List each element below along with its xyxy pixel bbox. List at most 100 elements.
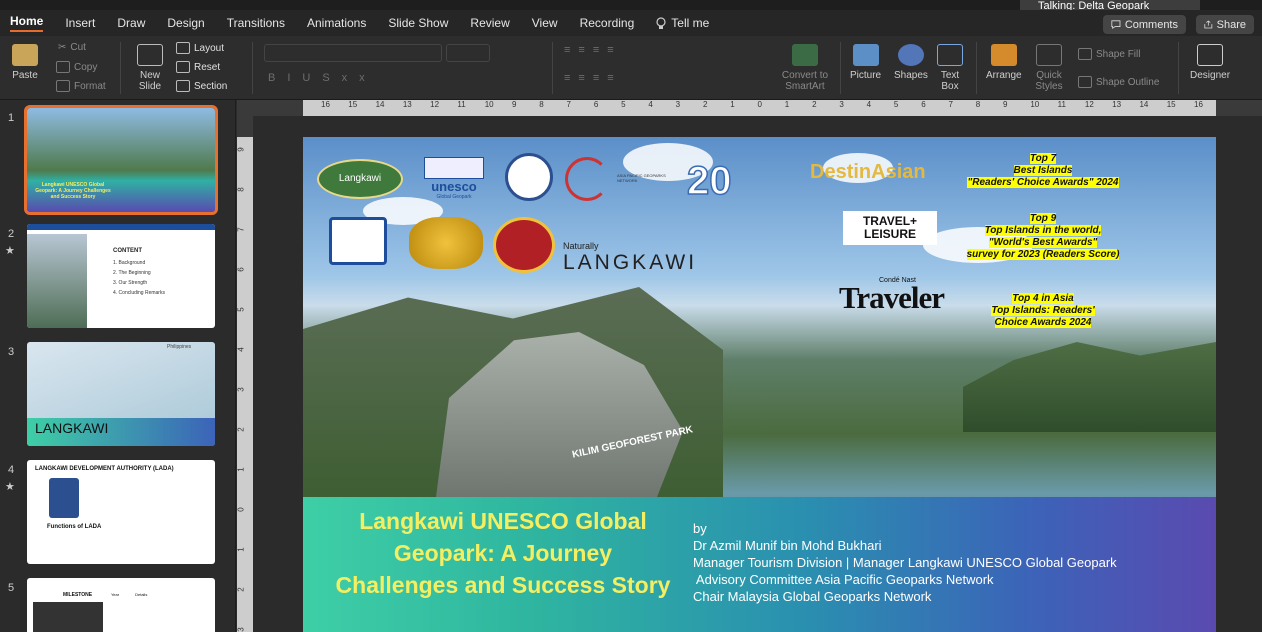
shapes-button[interactable]: Shapes	[894, 44, 928, 81]
vertical-ruler-tick: 6	[236, 267, 246, 272]
unesco-temple-icon	[424, 157, 484, 179]
slide-thumbnail-pane: 1 Langkawi UNESCO Global Geopark: A Jour…	[0, 100, 236, 632]
quick-styles-label: Quick Styles	[1035, 70, 1063, 92]
thumbnail-image: MILESTONE Year Details	[27, 578, 215, 632]
kedah-crest-icon	[493, 217, 555, 273]
vertical-ruler-tick: 3	[236, 387, 246, 392]
font-name-field[interactable]	[264, 44, 442, 62]
convert-smartart-button[interactable]: Convert to SmartArt	[780, 44, 830, 92]
thumbnail-brand: LANGKAWI	[171, 226, 203, 232]
slide-1-editor[interactable]: KILIM GEOFOREST PARK Langkawi unesco Glo…	[303, 137, 1216, 632]
thumbnail-sub: Philippines	[167, 344, 192, 350]
thumbnail-image: LANGKAWI DEVELOPMENT AUTHORITY (LADA) Fu…	[27, 460, 215, 564]
tab-animations[interactable]: Animations	[307, 16, 366, 30]
textbox-icon	[937, 44, 963, 66]
author-block[interactable]: by Dr Azmil Munif bin Mohd Bukhari Manag…	[693, 520, 1193, 605]
vertical-ruler-tick: 3	[236, 627, 246, 632]
ruler-tick: 10	[1030, 100, 1040, 109]
section-label: Section	[194, 80, 228, 92]
picture-button[interactable]: Picture	[850, 44, 881, 81]
shape-outline-button[interactable]: Shape Outline	[1078, 76, 1159, 88]
tell-me-label: Tell me	[671, 16, 710, 30]
ruler-strip: 16 15 14 13 12 11 10 9 8 7 6 5 4 3 2 1 0 1 2 3 4 5 6 7 8 9 10 11 12 1…	[303, 100, 1216, 116]
new-slide-label: New Slide	[138, 70, 162, 92]
tab-draw[interactable]: Draw	[117, 16, 145, 30]
ruler-tick: 2	[812, 100, 817, 109]
ruler-tick: 8	[539, 100, 544, 109]
vertical-ruler-tick: 2	[236, 427, 246, 432]
slide-title[interactable]: Langkawi UNESCO Global Geopark: A Journe…	[333, 505, 673, 601]
tab-review[interactable]: Review	[470, 16, 509, 30]
ruler-tick: 6	[593, 100, 599, 109]
ruler-tick: 4	[866, 100, 872, 109]
slide-number: 5	[8, 582, 15, 594]
vertical-ruler-tick: 1	[236, 467, 246, 472]
destinasian-logo: DestinAsian	[810, 161, 926, 183]
divider	[120, 42, 121, 94]
share-icon	[1204, 20, 1213, 29]
ruler-tick: 13	[1112, 100, 1122, 109]
slide-number: 4	[8, 464, 15, 476]
tab-design[interactable]: Design	[167, 16, 204, 30]
tab-view[interactable]: View	[532, 16, 558, 30]
reset-label: Reset	[194, 61, 221, 73]
font-size-field[interactable]	[446, 44, 490, 62]
vertical-ruler-tick: 0	[236, 507, 246, 512]
powerpoint-window: Talking: Delta Geopark Home Insert Draw …	[0, 0, 1262, 632]
ruler-tick: 11	[457, 100, 466, 109]
quick-styles-button[interactable]: Quick Styles	[1034, 44, 1064, 92]
slide-number: 1	[8, 112, 15, 124]
vertical-ruler-tick: 7	[236, 227, 246, 232]
picture-icon	[852, 44, 879, 66]
layout-button[interactable]: Layout	[176, 42, 224, 54]
apgn-logo: ASIA PACIFIC GEOPARKS NETWORK	[565, 157, 675, 203]
reset-icon	[176, 61, 190, 73]
share-button[interactable]: Share	[1196, 15, 1254, 34]
reset-button[interactable]: Reset	[176, 61, 220, 73]
ruler-tick: 3	[675, 100, 681, 109]
twenty-years-logo: 20	[686, 158, 732, 204]
tab-transitions[interactable]: Transitions	[227, 16, 285, 30]
shape-fill-button[interactable]: Shape Fill	[1078, 48, 1140, 60]
divider	[976, 42, 977, 94]
ruler-tick: 11	[1057, 100, 1066, 109]
divider	[1178, 42, 1179, 94]
tab-home[interactable]: Home	[10, 14, 44, 32]
designer-button[interactable]: Designer	[1190, 44, 1230, 81]
tell-me-search[interactable]: Tell me	[656, 16, 709, 30]
list-buttons[interactable]: ≡≡≡≡	[564, 44, 622, 56]
tab-recording[interactable]: Recording	[580, 16, 635, 30]
vertical-ruler-tick: 4	[236, 347, 246, 352]
ruler-tick: 1	[784, 100, 790, 109]
tab-insert[interactable]: Insert	[65, 16, 95, 30]
island	[963, 342, 1216, 432]
convert-label: Convert to SmartArt	[781, 70, 829, 92]
vertical-ruler-tick: 2	[236, 587, 246, 592]
tab-slide-show[interactable]: Slide Show	[388, 16, 448, 30]
paste-button[interactable]: Paste	[12, 44, 38, 81]
copy-icon	[56, 61, 70, 73]
comments-label: Comments	[1124, 18, 1178, 31]
text-box-button[interactable]: Text Box	[937, 44, 963, 92]
designer-label: Designer	[1190, 70, 1231, 81]
align-buttons[interactable]: ≡≡≡≡	[564, 72, 622, 84]
format-painter-button[interactable]: Format	[56, 80, 106, 92]
ruler-tick: 15	[348, 100, 358, 109]
new-slide-button[interactable]: New Slide	[134, 44, 166, 92]
layout-label: Layout	[194, 42, 225, 54]
section-button[interactable]: Section	[176, 80, 227, 92]
thumbnail-list: 1. Background 2. The Beginning 3. Our Stre…	[113, 260, 165, 296]
paste-label: Paste	[12, 70, 38, 81]
arrange-button[interactable]: Arrange	[986, 44, 1022, 81]
copy-button[interactable]: Copy	[56, 61, 97, 73]
comments-button[interactable]: Comments	[1103, 15, 1186, 34]
cut-button[interactable]: ✂ Cut	[58, 42, 86, 53]
scissors-icon: ✂	[58, 42, 67, 53]
text-box-label: Text Box	[940, 70, 960, 92]
font-format-buttons[interactable]: BIUSxx	[268, 72, 377, 84]
ruler-tick: 9	[1003, 100, 1008, 109]
thumbnail-caption: Langkawi UNESCO Global Geopark: A Journe…	[35, 182, 111, 200]
vertical-ruler-strip: 9 8 7 6 5 4 3 2 1 0 1 2 3	[237, 137, 253, 632]
animation-star-icon: ★	[5, 245, 15, 257]
slide-number: 3	[8, 346, 15, 358]
